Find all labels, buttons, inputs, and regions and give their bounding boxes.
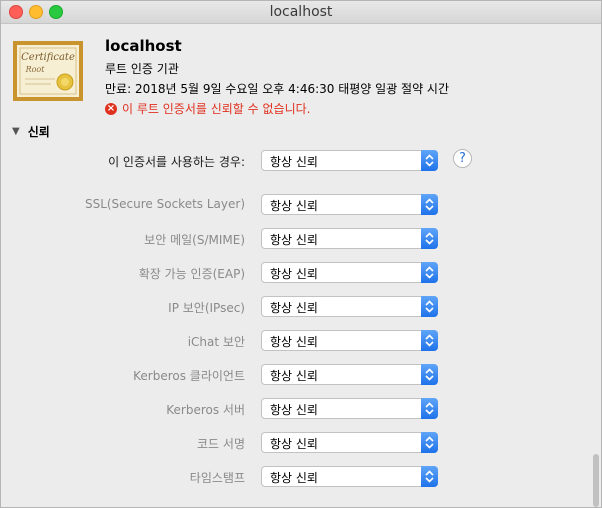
trust-main-label: 이 인증서를 사용하는 경우:: [108, 155, 245, 169]
trust-row: IP 보안(IPsec) 항상 신뢰: [1, 296, 601, 318]
popup-chevron-icon: [421, 330, 438, 351]
popup-chevron-icon: [421, 296, 438, 317]
trust-section-toggle[interactable]: ▼ 신뢰: [12, 123, 50, 140]
certificate-icon: Certificate Root: [13, 41, 83, 101]
svg-text:Root: Root: [25, 65, 46, 74]
certificate-name: localhost: [105, 37, 182, 55]
svg-text:Certificate: Certificate: [21, 52, 75, 63]
trust-row-label: 타임스탬프: [189, 471, 245, 485]
popup-value: 항상 신뢰: [270, 301, 318, 315]
trust-heading: 신뢰: [27, 125, 50, 139]
trust-row-popup[interactable]: 항상 신뢰: [261, 398, 438, 419]
trust-row-label: Kerberos 서버: [166, 403, 245, 417]
scrollbar[interactable]: [593, 454, 599, 507]
popup-value: 항상 신뢰: [270, 199, 318, 213]
trust-row-popup[interactable]: 항상 신뢰: [261, 330, 438, 351]
popup-value: 항상 신뢰: [270, 403, 318, 417]
trust-row: 보안 메일(S/MIME) 항상 신뢰: [1, 228, 601, 250]
trust-row: 코드 서명 항상 신뢰: [1, 432, 601, 454]
certificate-error-text: 이 루트 인증서를 신뢰할 수 없습니다.: [122, 102, 311, 116]
error-icon: ×: [105, 102, 117, 115]
certificate-window: localhost Certificate Root localhost 루트 …: [0, 0, 602, 508]
trust-row-popup[interactable]: 항상 신뢰: [261, 262, 438, 283]
trust-row: iChat 보안 항상 신뢰: [1, 330, 601, 352]
popup-value: 항상 신뢰: [270, 369, 318, 383]
trust-row-label: SSL(Secure Sockets Layer): [84, 197, 245, 211]
trust-row: Kerberos 서버 항상 신뢰: [1, 398, 601, 420]
trust-main-popup[interactable]: 항상 신뢰: [261, 150, 438, 171]
trust-row-popup[interactable]: 항상 신뢰: [261, 432, 438, 453]
certificate-error: × 이 루트 인증서를 신뢰할 수 없습니다.: [105, 100, 311, 117]
popup-chevron-icon: [421, 364, 438, 385]
trust-row-popup[interactable]: 항상 신뢰: [261, 296, 438, 317]
popup-chevron-icon: [421, 432, 438, 453]
popup-chevron-icon: [421, 228, 438, 249]
popup-chevron-icon: [421, 194, 438, 215]
trust-row: SSL(Secure Sockets Layer) 항상 신뢰: [1, 194, 601, 216]
popup-value: 항상 신뢰: [270, 335, 318, 349]
popup-chevron-icon: [421, 262, 438, 283]
trust-row-label: IP 보안(IPsec): [168, 301, 245, 315]
popup-value: 항상 신뢰: [270, 233, 318, 247]
popup-chevron-icon: [421, 466, 438, 487]
trust-row-label: Kerberos 클라이언트: [133, 369, 245, 383]
popup-value: 항상 신뢰: [270, 267, 318, 281]
help-button[interactable]: ?: [453, 149, 472, 168]
certificate-panel: Certificate Root localhost 루트 인증 기관 만료: …: [1, 24, 601, 507]
window-title: localhost: [269, 4, 333, 20]
title-bar: localhost: [1, 1, 601, 24]
certificate-type: 루트 인증 기관: [105, 62, 179, 76]
popup-chevron-icon: [421, 150, 438, 171]
trust-row-label: 보안 메일(S/MIME): [144, 233, 245, 247]
popup-value: 항상 신뢰: [270, 437, 318, 451]
trust-row: Kerberos 클라이언트 항상 신뢰: [1, 364, 601, 386]
certificate-expiry: 만료: 2018년 5월 9일 수요일 오후 4:46:30 태평양 일광 절약…: [105, 82, 450, 96]
trust-row-label: 확장 가능 인증(EAP): [138, 267, 245, 281]
trust-row-popup[interactable]: 항상 신뢰: [261, 194, 438, 215]
trust-main-row: 이 인증서를 사용하는 경우: 항상 신뢰: [1, 150, 601, 172]
trust-row: 확장 가능 인증(EAP) 항상 신뢰: [1, 262, 601, 284]
popup-value: 항상 신뢰: [270, 155, 318, 169]
trust-row-popup[interactable]: 항상 신뢰: [261, 466, 438, 487]
trust-row-label: iChat 보안: [187, 335, 245, 349]
popup-value: 항상 신뢰: [270, 471, 318, 485]
trust-row: 타임스탬프 항상 신뢰: [1, 466, 601, 488]
disclosure-triangle-icon: ▼: [12, 126, 20, 137]
trust-row-popup[interactable]: 항상 신뢰: [261, 364, 438, 385]
popup-chevron-icon: [421, 398, 438, 419]
trust-row-popup[interactable]: 항상 신뢰: [261, 228, 438, 249]
trust-row-label: 코드 서명: [197, 437, 245, 451]
